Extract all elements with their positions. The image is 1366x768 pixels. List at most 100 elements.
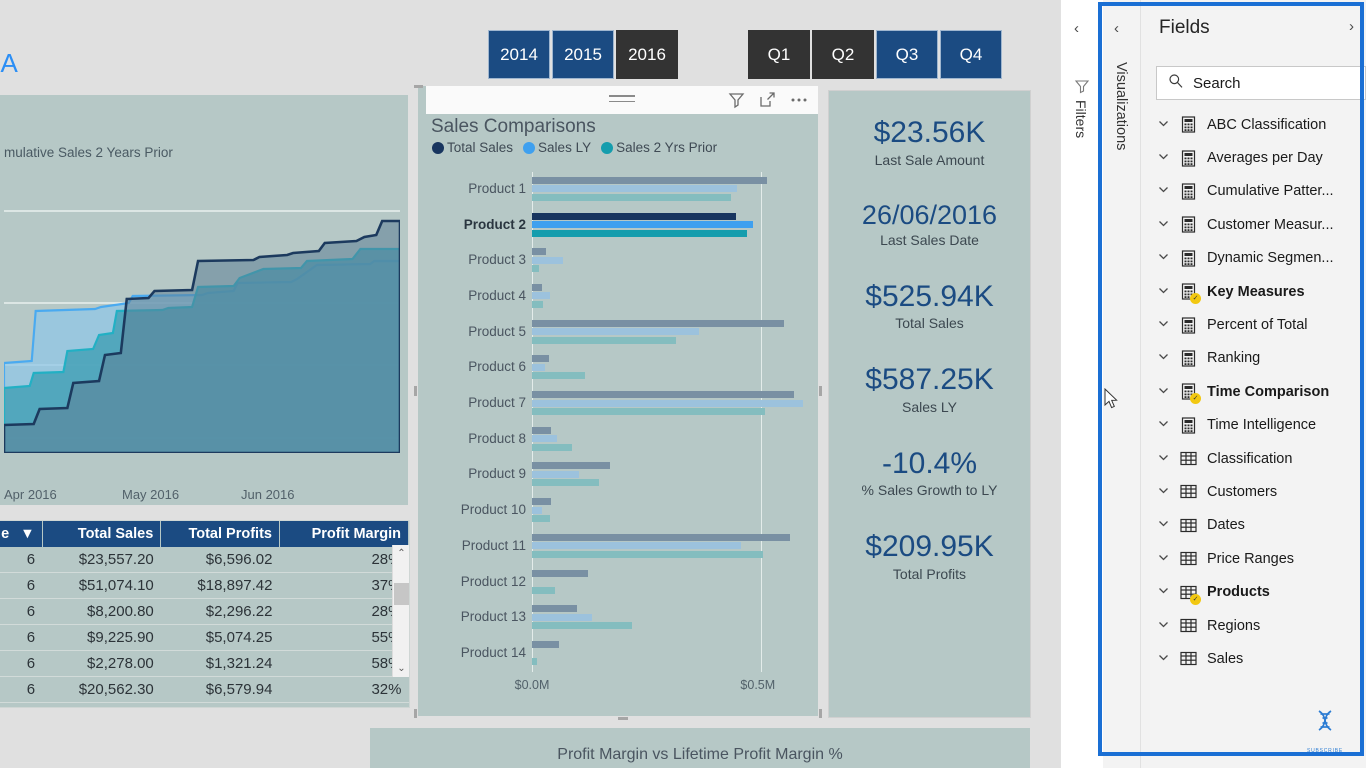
year-slicer[interactable]: 2014 2015 2016 xyxy=(488,30,678,79)
field-item-time-comparison[interactable]: ✓ Time Comparison xyxy=(1141,375,1366,408)
resize-handle[interactable] xyxy=(414,709,417,718)
filter-icon[interactable] xyxy=(727,90,746,109)
resize-handle[interactable] xyxy=(414,386,417,396)
chevron-down-icon[interactable] xyxy=(1157,618,1170,634)
fields-list[interactable]: ABC Classification Averages per Day Cumula… xyxy=(1141,108,1366,708)
bar-category-label[interactable]: Product 10 xyxy=(418,502,526,517)
resize-handle[interactable] xyxy=(618,717,628,720)
more-options-icon[interactable] xyxy=(789,90,809,109)
fields-search-input[interactable] xyxy=(1193,74,1343,92)
bar[interactable] xyxy=(532,657,537,665)
bar-group[interactable]: Product 10 xyxy=(418,493,818,529)
field-item-products[interactable]: ✓ Products xyxy=(1141,575,1366,608)
bar-group[interactable]: Product 9 xyxy=(418,458,818,494)
bar[interactable] xyxy=(532,363,545,371)
collapse-visualizations-icon[interactable]: ‹ xyxy=(1114,20,1119,37)
bar[interactable] xyxy=(532,336,676,344)
profit-margin-visual[interactable]: Profit Margin vs Lifetime Profit Margin … xyxy=(370,728,1030,768)
field-item-cumulative-patter[interactable]: Cumulative Patter... xyxy=(1141,175,1366,208)
visualizations-pane-collapsed[interactable]: ‹ Visualizations xyxy=(1103,0,1141,768)
bar[interactable] xyxy=(532,622,633,630)
field-item-price-ranges[interactable]: Price Ranges xyxy=(1141,542,1366,575)
kpi-last-sales-date[interactable]: 26/06/2016 Last Sales Date xyxy=(829,200,1030,248)
bar-category-label[interactable]: Product 1 xyxy=(418,181,526,196)
kpi-total-sales[interactable]: $525.94K Total Sales xyxy=(829,281,1030,332)
chevron-down-icon[interactable] xyxy=(1157,451,1170,467)
bar-category-label[interactable]: Product 14 xyxy=(418,645,526,660)
filters-pane-collapsed[interactable]: ‹ Filters xyxy=(1060,0,1103,768)
column-header-total-profits[interactable]: Total Profits xyxy=(160,521,280,547)
table-row[interactable]: 6 $9,225.90 $5,074.25 55% xyxy=(0,624,409,651)
slicer-quarter-Q3[interactable]: Q3 xyxy=(876,30,938,79)
drag-grip-icon[interactable] xyxy=(609,95,635,106)
sales-comparisons-visual[interactable]: Sales Comparisons Total Sales Sales LY Sal… xyxy=(414,85,822,720)
bar-category-label[interactable]: Product 3 xyxy=(418,252,526,267)
legend-item-sales-ly[interactable]: Sales LY xyxy=(523,140,591,155)
bar[interactable] xyxy=(532,533,791,541)
bar-group[interactable]: Product 11 xyxy=(418,529,818,565)
bar[interactable] xyxy=(532,283,542,291)
bar[interactable] xyxy=(532,408,765,416)
resize-handle[interactable] xyxy=(414,85,423,88)
bar[interactable] xyxy=(532,443,572,451)
bar[interactable] xyxy=(532,265,539,273)
bar-category-label[interactable]: Product 7 xyxy=(418,395,526,410)
slicer-year-2015[interactable]: 2015 xyxy=(552,30,614,79)
sort-descending-icon[interactable]: ▼ xyxy=(20,526,34,542)
resize-handle[interactable] xyxy=(819,709,822,718)
table-row[interactable]: 6 $51,074.10 $18,897.42 37% xyxy=(0,572,409,599)
bar-category-label[interactable]: Product 13 xyxy=(418,609,526,624)
kpi--sales-growth-to-ly[interactable]: -10.4% % Sales Growth to LY xyxy=(829,448,1030,499)
chevron-down-icon[interactable] xyxy=(1157,117,1170,133)
legend-item-total-sales[interactable]: Total Sales xyxy=(432,140,513,155)
bar[interactable] xyxy=(532,605,578,613)
chevron-down-icon[interactable] xyxy=(1157,317,1170,333)
table-row[interactable]: 6 $8,200.80 $2,296.22 28% xyxy=(0,598,409,625)
scroll-up-icon[interactable]: ⌃ xyxy=(393,545,409,562)
bar[interactable] xyxy=(532,185,738,193)
bar-group[interactable]: Product 6 xyxy=(418,351,818,387)
kpi-summary-card[interactable]: $23.56K Last Sale Amount 26/06/2016 Last Sa… xyxy=(828,90,1031,718)
bar-category-label[interactable]: Product 8 xyxy=(418,431,526,446)
bar[interactable] xyxy=(532,328,700,336)
focus-mode-icon[interactable] xyxy=(758,90,777,109)
table-row[interactable]: 6 $23,557.20 $6,596.02 28% xyxy=(0,547,409,573)
bar[interactable] xyxy=(532,193,731,201)
scrollbar-thumb[interactable] xyxy=(394,583,409,605)
subscribe-logo[interactable]: SUBSCRIBE xyxy=(1302,708,1348,754)
field-item-classification[interactable]: Classification xyxy=(1141,442,1366,475)
bar[interactable] xyxy=(532,292,551,300)
bar[interactable] xyxy=(532,300,544,308)
resize-handle[interactable] xyxy=(819,386,822,396)
slicer-quarter-Q2[interactable]: Q2 xyxy=(812,30,874,79)
bar-category-label[interactable]: Product 12 xyxy=(418,574,526,589)
field-item-dates[interactable]: Dates xyxy=(1141,509,1366,542)
bar-group[interactable]: Product 12 xyxy=(418,565,818,601)
chevron-down-icon[interactable] xyxy=(1157,651,1170,667)
bar[interactable] xyxy=(532,391,794,399)
bar-group[interactable]: Product 14 xyxy=(418,636,818,672)
chevron-down-icon[interactable] xyxy=(1157,517,1170,533)
field-item-dynamic-segmen[interactable]: Dynamic Segmen... xyxy=(1141,242,1366,275)
kpi-total-profits[interactable]: $209.95K Total Profits xyxy=(829,531,1030,582)
chevron-down-icon[interactable] xyxy=(1157,284,1170,300)
field-item-averages-per-day[interactable]: Averages per Day xyxy=(1141,141,1366,174)
kpi-last-sale-amount[interactable]: $23.56K Last Sale Amount xyxy=(829,117,1030,168)
bar[interactable] xyxy=(532,212,737,220)
bar[interactable] xyxy=(532,470,580,478)
quarter-slicer[interactable]: Q1 Q2 Q3 Q4 xyxy=(748,30,1002,79)
fields-pane[interactable]: Fields › ABC Classification Averages per … xyxy=(1141,0,1366,768)
bar[interactable] xyxy=(532,355,550,363)
bar[interactable] xyxy=(532,613,592,621)
table-row[interactable]: 6 $2,278.00 $1,321.24 58% xyxy=(0,650,409,677)
field-item-ranking[interactable]: Ranking xyxy=(1141,342,1366,375)
expand-fields-icon[interactable]: › xyxy=(1349,18,1354,35)
chevron-down-icon[interactable] xyxy=(1157,484,1170,500)
bar[interactable] xyxy=(532,426,551,434)
chevron-down-icon[interactable] xyxy=(1157,350,1170,366)
slicer-year-2014[interactable]: 2014 xyxy=(488,30,550,79)
chevron-down-icon[interactable] xyxy=(1157,384,1170,400)
slicer-quarter-Q1[interactable]: Q1 xyxy=(748,30,810,79)
chevron-down-icon[interactable] xyxy=(1157,150,1170,166)
bar[interactable] xyxy=(532,586,556,594)
